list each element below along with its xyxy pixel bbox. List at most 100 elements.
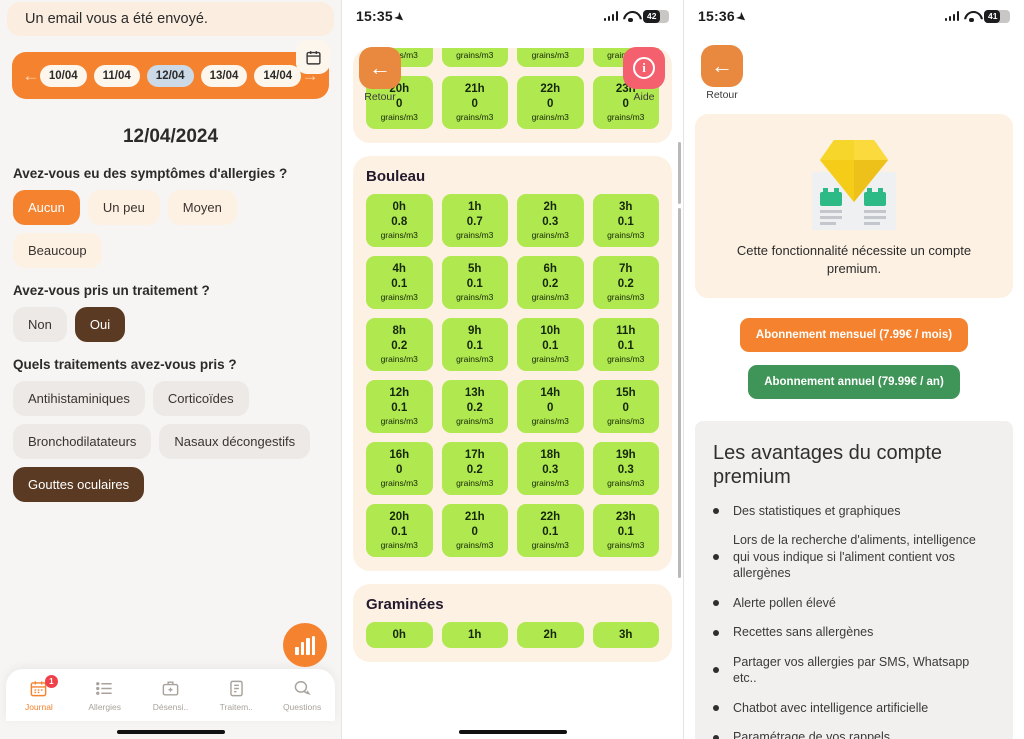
pollen-cell[interactable]: 21h 0 grains/m3 [441, 76, 508, 129]
bullet-icon [713, 667, 719, 674]
stats-fab-button[interactable] [283, 623, 327, 667]
bullet-icon [713, 629, 719, 636]
pollen-cell[interactable]: 1h 0.7 grains/m3 [441, 194, 508, 247]
pollen-cell-value: 0.1 [542, 340, 559, 352]
option-gouttes-oculaires[interactable]: Gouttes oculaires [13, 467, 145, 502]
calendar-icon [305, 50, 321, 65]
date-chip-3[interactable]: 13/04 [200, 64, 248, 87]
toast-notification: Un email vous a été envoyé. [7, 2, 334, 36]
pollen-cell[interactable]: grains/m3 [517, 48, 584, 67]
date-chip-0[interactable]: 10/04 [39, 64, 87, 87]
pollen-cell[interactable]: 8h 0.2 grains/m3 [366, 318, 433, 371]
pollen-cell-value: 0.1 [617, 526, 634, 538]
pollen-cell[interactable]: 0h [366, 622, 433, 648]
pollen-cell[interactable]: 7h 0.2 grains/m3 [592, 256, 659, 309]
pollen-cell-unit: grains/m3 [456, 354, 494, 364]
calendar-picker-button[interactable] [296, 40, 330, 74]
option-oui[interactable]: Oui [74, 307, 126, 342]
pollen-cell-unit: grains/m3 [607, 416, 645, 426]
pollen-cell[interactable]: 6h 0.2 grains/m3 [517, 256, 584, 309]
pollen-grid-partial-last: 20h 0 grains/m3 21h 0 grains/m3 22h 0 grains/m… [366, 76, 659, 129]
option-non[interactable]: Non [13, 307, 67, 342]
pollen-cell-hour: 16h [389, 449, 410, 461]
pollen-cell[interactable]: 16h 0 grains/m3 [366, 442, 433, 495]
pollen-cell[interactable]: 2h [517, 622, 584, 648]
pollen-cell-value: 0.1 [617, 340, 634, 352]
back-button[interactable]: ← Retour [701, 45, 743, 101]
arrow-left-icon: ← [369, 55, 391, 80]
pollen-cell-value: 0.2 [542, 278, 559, 290]
pollen-cell-value: 0.1 [617, 216, 634, 228]
pollen-cell-value: 0.1 [466, 340, 483, 352]
tab-label: Traitem.. [219, 701, 253, 712]
option-antihistaminiques[interactable]: Antihistaminiques [13, 381, 145, 416]
option-moyen[interactable]: Moyen [167, 190, 237, 225]
pollen-cell[interactable]: 23h 0.1 grains/m3 [592, 504, 659, 557]
pollen-cell-value: 0.2 [466, 402, 483, 414]
option-bronchodilatateurs[interactable]: Bronchodilatateurs [13, 424, 152, 459]
date-chips: 10/04 11/04 12/04 13/04 14/04 [39, 64, 302, 87]
pollen-cell[interactable]: 22h 0.1 grains/m3 [517, 504, 584, 557]
pollen-cell-hour: 10h [540, 325, 561, 337]
sidebar-item-desensibilisation[interactable]: Désensi.. [141, 679, 199, 712]
pollen-cell-hour: 1h [468, 629, 482, 641]
pollen-cell-hour: 3h [619, 201, 633, 213]
pollen-cell[interactable]: 3h [592, 622, 659, 648]
pollen-cell[interactable]: 15h 0 grains/m3 [592, 380, 659, 433]
help-button[interactable]: i Aide [623, 47, 665, 103]
pollen-cell[interactable]: 0h 0.8 grains/m3 [366, 194, 433, 247]
subscribe-monthly-button[interactable]: Abonnement mensuel (7.99€ / mois) [739, 317, 969, 352]
option-nasaux-decongestifs[interactable]: Nasaux décongestifs [159, 424, 311, 459]
pollen-cell-value: 0.1 [391, 526, 408, 538]
date-chip-1[interactable]: 11/04 [93, 64, 140, 87]
pollen-cell-unit: grains/m3 [531, 354, 569, 364]
pollen-card-title: Graminées [366, 596, 444, 613]
pollen-cell-hour: 14h [540, 387, 561, 399]
pollen-cell[interactable]: 1h [441, 622, 508, 648]
sidebar-item-traitements[interactable]: Traitem.. [207, 679, 265, 712]
option-un-peu[interactable]: Un peu [87, 190, 160, 225]
pollen-cell[interactable]: 3h 0.1 grains/m3 [592, 194, 659, 247]
pollen-cell[interactable]: 18h 0.3 grains/m3 [517, 442, 584, 495]
pollen-cell[interactable]: 20h 0.1 grains/m3 [366, 504, 433, 557]
subscribe-annual-button[interactable]: Abonnement annuel (79.99€ / an) [748, 364, 960, 399]
pollen-cell-unit: grains/m3 [607, 478, 645, 488]
pollen-cell-unit: grains/m3 [531, 540, 569, 550]
pollen-cell[interactable]: 2h 0.3 grains/m3 [517, 194, 584, 247]
pollen-cell-unit: grains/m3 [456, 478, 494, 488]
sidebar-item-questions[interactable]: Questions [273, 679, 331, 712]
pollen-cell[interactable]: 5h 0.1 grains/m3 [441, 256, 508, 309]
back-button[interactable]: ← Retour [359, 47, 401, 103]
list-item: Paramétrage de vos rappels [713, 729, 995, 739]
pollen-cell[interactable]: 9h 0.1 grains/m3 [441, 318, 508, 371]
pollen-cell-unit: grains/m3 [531, 478, 569, 488]
sidebar-item-journal[interactable]: 1 Journal [10, 674, 68, 712]
pollen-cell[interactable]: 14h 0 grains/m3 [517, 380, 584, 433]
scrollbar-upper[interactable] [678, 142, 681, 204]
pollen-cell[interactable]: 17h 0.2 grains/m3 [441, 442, 508, 495]
pollen-cell[interactable]: 10h 0.1 grains/m3 [517, 318, 584, 371]
pollen-cell[interactable]: 22h 0 grains/m3 [517, 76, 584, 129]
pollen-cell[interactable]: grains/m3 [441, 48, 508, 67]
screen-journal: 15:32➤ 42 Un email vous a été envoyé. ← … [0, 0, 341, 739]
pollen-cell[interactable]: 11h 0.1 grains/m3 [592, 318, 659, 371]
date-chip-4[interactable]: 14/04 [254, 64, 302, 87]
sidebar-item-allergies[interactable]: Allergies [76, 679, 134, 712]
pollen-cell[interactable]: 21h 0 grains/m3 [441, 504, 508, 557]
pollen-cell[interactable]: 12h 0.1 grains/m3 [366, 380, 433, 433]
option-aucun[interactable]: Aucun [13, 190, 80, 225]
scrollbar-lower[interactable] [678, 208, 681, 578]
prev-date-button[interactable]: ← [22, 66, 40, 86]
pollen-scroll-area[interactable]: grains/m3 grains/m3 grains/m3 grains/m3 … [342, 0, 683, 739]
date-chip-2[interactable]: 12/04 [146, 64, 194, 87]
pollen-cell[interactable]: 4h 0.1 grains/m3 [366, 256, 433, 309]
pollen-cell[interactable]: 19h 0.3 grains/m3 [592, 442, 659, 495]
option-corticoides[interactable]: Corticoïdes [152, 381, 249, 416]
option-beaucoup[interactable]: Beaucoup [13, 233, 102, 268]
pollen-cell[interactable]: 13h 0.2 grains/m3 [441, 380, 508, 433]
pollen-cell-value: 0 [622, 402, 629, 414]
arrow-left-icon: ← [711, 53, 733, 78]
pollen-cell-value: 0.3 [542, 216, 559, 228]
pollen-cell-hour: 0h [392, 629, 406, 641]
wifi-icon [964, 11, 979, 23]
